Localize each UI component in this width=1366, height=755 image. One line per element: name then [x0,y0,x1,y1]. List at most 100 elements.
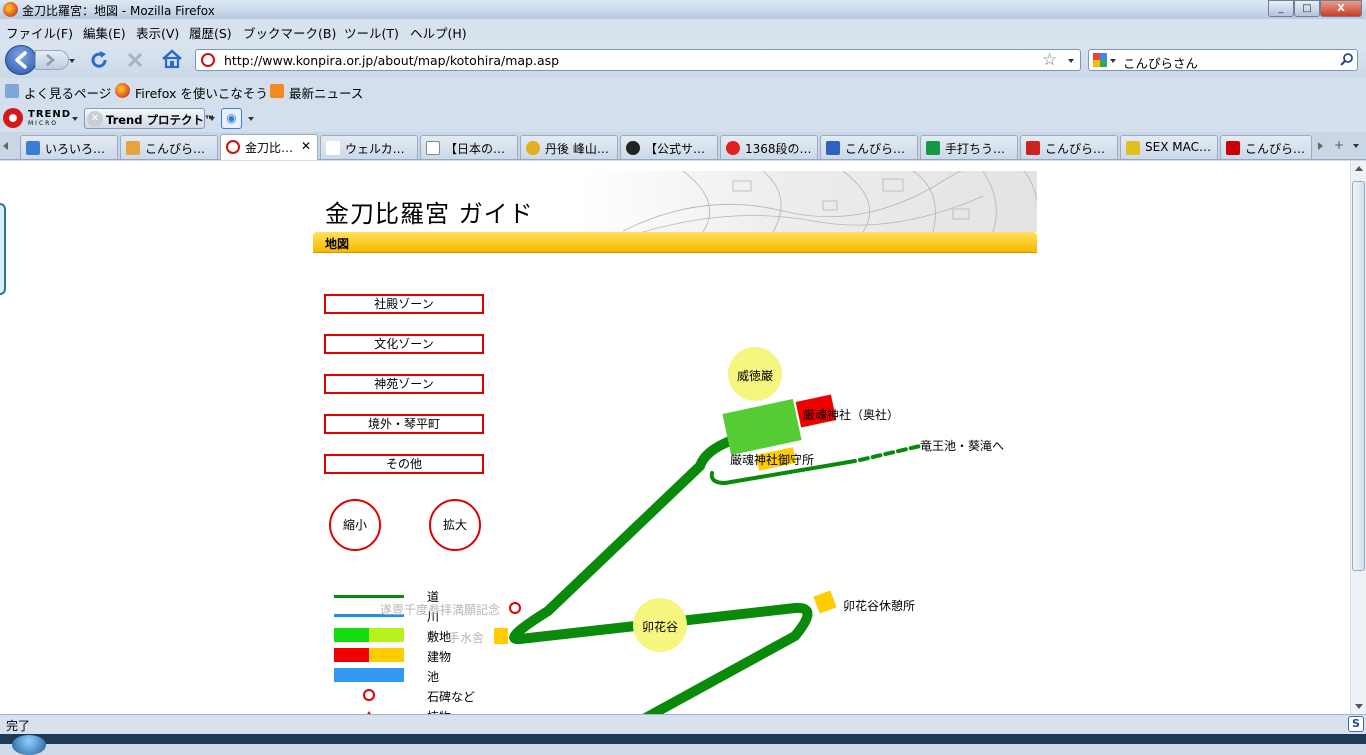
tab-item[interactable]: 手打ちう… [920,135,1018,159]
menu-tools[interactable]: ツール(T) [344,23,399,42]
addon-status-icon[interactable]: S [1348,716,1364,732]
url-dropdown-icon[interactable] [1068,59,1074,63]
trend-protect-button[interactable]: ✕ Trend プロテクト™ [84,108,215,129]
menu-edit[interactable]: 編集(E) [83,23,126,42]
stop-icon[interactable] [125,50,145,70]
menu-bookmarks[interactable]: ブックマーク(B) [243,23,336,42]
temizusha-building [494,628,508,644]
trend-logo-text: TREND [28,109,72,120]
os-taskbar [0,734,1366,755]
status-bar: 完了 S [0,714,1366,734]
tab-item[interactable]: 【公式サ… [620,135,718,159]
tab-favicon-icon [426,141,440,155]
tab-item[interactable]: 1368段の… [720,135,818,159]
tab-label: 手打ちう… [945,142,1006,156]
tab-label: SEX MAC… [1145,140,1211,154]
tab-label: こんぴら… [1245,142,1306,156]
tab-favicon-icon [326,141,340,155]
url-bar[interactable]: http://www.konpira.or.jp/about/map/kotoh… [195,49,1081,71]
wireless-icon[interactable]: ◉ [221,108,242,129]
tab-item-active[interactable]: 金刀比… ✕ [220,134,318,160]
tab-item[interactable]: 【日本の… [420,135,518,159]
back-button[interactable] [5,45,37,75]
menu-file[interactable]: ファイル(F) [6,23,73,42]
menu-view[interactable]: 表示(V) [136,23,179,42]
tab-label: こんぴら… [845,142,906,156]
start-orb-icon[interactable] [12,735,46,755]
label-kinen[interactable]: 遂壹千度参拝満願記念 [380,601,500,618]
wireless-dropdown-icon[interactable] [248,117,254,121]
label-temizusha[interactable]: 手水舎 [448,629,484,646]
tab-bar: いろいろ… こんぴら… 金刀比… ✕ ウェルカ… 【日本の… 丹後 峰山… 【公式… [0,132,1366,160]
tab-label: ウェルカ… [345,142,405,156]
firefox-logo-icon [3,2,18,17]
label-ryuoike[interactable]: 竜王池・葵滝へ [920,437,1004,454]
tab-item[interactable]: こんぴら… [120,135,218,159]
close-button[interactable]: X [1320,0,1362,17]
tab-favicon-icon [726,141,740,155]
tab-scroll-right-icon[interactable] [1318,142,1323,150]
tab-favicon-icon [1226,141,1240,155]
tab-label: いろいろ… [45,142,106,156]
tab-item[interactable]: こんぴら… [820,135,918,159]
tab-item[interactable]: こんぴら… [1220,135,1312,159]
kyukeijo-building [813,590,837,614]
forward-button[interactable] [35,50,69,70]
home-icon[interactable] [160,48,184,70]
search-icon[interactable] [1339,52,1355,68]
label-itokuiwa[interactable]: 威徳巌 [737,367,773,384]
firefox-bookmark-icon [115,83,130,98]
tab-favicon-icon [626,141,640,155]
tab-label: こんぴら… [145,142,206,156]
scroll-down-icon[interactable] [1355,704,1363,709]
trend-micro-logo-icon [3,108,23,128]
label-kyukeijo[interactable]: 卯花谷休憩所 [843,597,915,614]
trend-x-icon: ✕ [87,111,103,127]
tab-item[interactable]: 丹後 峰山… [520,135,618,159]
minimize-button[interactable]: _ [1268,0,1294,17]
bookmark-getting-started[interactable]: Firefox を使いこなそう [135,83,268,102]
tab-favicon-icon [826,141,840,155]
scroll-up-icon[interactable] [1355,166,1363,171]
tab-label: 丹後 峰山… [545,142,609,156]
forward-arrow-icon [46,54,55,66]
tab-scroll-left-icon[interactable] [3,142,8,150]
back-arrow-icon [15,51,27,69]
reload-icon[interactable] [88,49,110,71]
tab-favicon-icon [1126,141,1140,155]
site-favicon-icon [201,53,215,67]
menu-help[interactable]: ヘルプ(H) [410,23,467,42]
tab-item[interactable]: ウェルカ… [320,135,418,159]
scrollbar-thumb[interactable] [1352,181,1365,571]
vertical-scrollbar[interactable] [1350,161,1366,714]
search-input[interactable]: こんぴらさん [1123,53,1198,72]
tab-close-icon[interactable]: ✕ [301,139,311,153]
tab-item[interactable]: SEX MAC… [1120,135,1218,159]
tab-label: こんぴら… [1045,142,1106,156]
window-title-bar: 金刀比羅宮：地図 - Mozilla Firefox _ □ X [0,0,1366,19]
shrine-grounds [722,398,802,456]
bookmark-most-visited[interactable]: よく見るページ [24,83,111,102]
search-engine-dropdown-icon[interactable] [1110,59,1116,63]
tab-favicon-icon [926,141,940,155]
label-gomori[interactable]: 厳魂神社御守所 [730,451,814,468]
history-dropdown-icon[interactable] [69,59,75,63]
bookmark-latest-news[interactable]: 最新ニュース [289,83,363,102]
search-bar[interactable]: こんぴらさん [1088,49,1358,71]
tab-list-dropdown-icon[interactable] [1353,144,1359,148]
page-content: 金刀比羅宮 ガイド 地図 社殿ゾーン 文化ゾーン 神苑ゾーン 境外・琴平町 その… [0,161,1350,714]
menu-history[interactable]: 履歴(S) [189,23,232,42]
bookmark-star-icon[interactable]: ☆ [1042,50,1057,70]
label-okusha[interactable]: 厳魂神社（奥社） [803,406,899,423]
tab-favicon-icon [526,141,540,155]
new-tab-icon[interactable]: + [1334,138,1344,152]
tab-item[interactable]: いろいろ… [20,135,118,159]
trend-button-dropdown-icon[interactable] [209,117,215,121]
status-text: 完了 [6,719,31,733]
maximize-button[interactable]: □ [1294,0,1320,17]
label-unohanadani[interactable]: 卯花谷 [642,618,678,635]
search-engine-icon[interactable] [1093,53,1107,67]
menu-bar: ファイル(F) 編集(E) 表示(V) 履歴(S) ブックマーク(B) ツール(… [0,19,1366,42]
trend-dropdown-icon[interactable] [72,117,78,121]
tab-item[interactable]: こんぴら… [1020,135,1118,159]
